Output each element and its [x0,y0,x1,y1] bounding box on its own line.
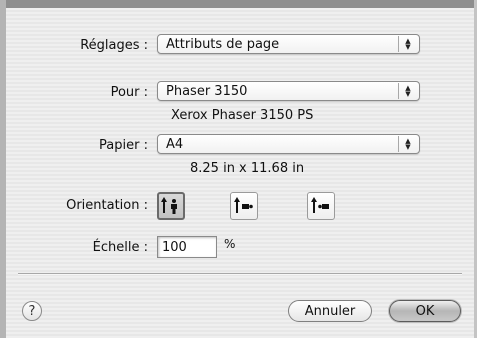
portrait-icon [161,197,177,214]
popup-arrows-icon: ▲ ▼ [398,136,417,152]
landscape-left-icon [234,197,253,213]
format-for-label: Pour : [110,85,148,100]
orientation-label: Orientation : [66,198,148,213]
ok-button[interactable]: OK [389,300,461,322]
settings-popup[interactable]: Attributs de page ▲ ▼ [157,34,420,54]
cancel-button[interactable]: Annuler [288,300,372,322]
paper-label: Papier : [99,138,148,153]
settings-label: Réglages : [80,38,148,53]
format-for-popup-value: Phaser 3150 [166,84,248,99]
landscape-right-icon [311,197,329,213]
popup-arrows-icon: ▲ ▼ [398,83,417,99]
paper-size-text: 8.25 in x 11.68 in [190,161,305,176]
format-for-popup[interactable]: Phaser 3150 ▲ ▼ [157,81,420,101]
scale-unit: % [224,237,236,251]
help-button[interactable]: ? [22,301,42,321]
paper-popup-value: A4 [166,137,184,152]
help-icon: ? [28,303,36,319]
divider [18,273,462,275]
popup-arrows-icon: ▲ ▼ [398,36,417,52]
orientation-landscape-left-button[interactable] [230,192,258,220]
paper-popup[interactable]: A4 ▲ ▼ [157,134,420,154]
settings-popup-value: Attributs de page [166,37,280,52]
scale-input[interactable] [157,236,217,258]
scale-label: Échelle : [92,240,148,255]
ok-button-label: OK [415,303,435,319]
orientation-portrait-button[interactable] [157,192,185,220]
printer-description: Xerox Phaser 3150 PS [171,108,314,123]
orientation-landscape-right-button[interactable] [307,192,335,220]
window-left-edge [0,0,6,338]
window-top-edge [0,0,477,8]
cancel-button-label: Annuler [304,303,356,319]
